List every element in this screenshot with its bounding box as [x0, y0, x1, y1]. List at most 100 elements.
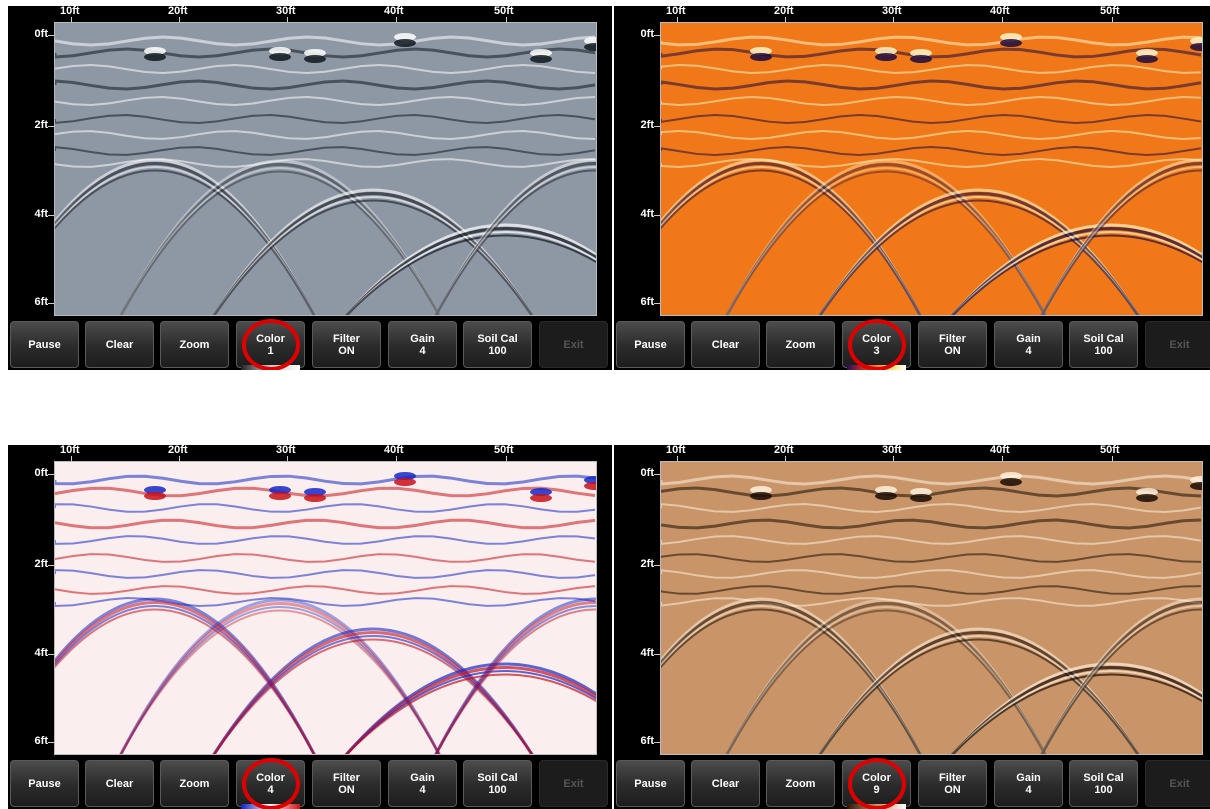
gain-button[interactable]: Gain 4 [388, 321, 457, 368]
filter-button-label: Filter [333, 332, 360, 345]
clear-button-label: Clear [105, 777, 134, 790]
zoom-button-label: Zoom [785, 338, 816, 351]
zoom-button[interactable]: Zoom [766, 760, 835, 807]
gain-button-value: 4 [1025, 344, 1032, 357]
clear-button-label: Clear [711, 777, 740, 790]
pause-button[interactable]: Pause [616, 760, 685, 807]
gain-button[interactable]: Gain 4 [994, 321, 1063, 368]
gain-button-label: Gain [1016, 332, 1041, 345]
zoom-button[interactable]: Zoom [766, 321, 835, 368]
filter-button[interactable]: Filter ON [312, 760, 381, 807]
soil-cal-button[interactable]: Soil Cal 100 [1069, 321, 1138, 368]
filter-button-label: Filter [333, 771, 360, 784]
filter-button[interactable]: Filter ON [918, 760, 987, 807]
gain-button-label: Gain [1016, 771, 1041, 784]
ruler-label: 50ft [494, 6, 514, 17]
highlight-circle [848, 758, 906, 809]
ruler-label: 10ft [60, 6, 80, 17]
gain-button-label: Gain [410, 771, 435, 784]
exit-button[interactable]: Exit [1145, 760, 1210, 807]
zoom-button-label: Zoom [179, 777, 210, 790]
ruler-label: 30ft [882, 445, 902, 456]
gain-button-value: 4 [1025, 783, 1032, 796]
depth-label: 4ft [640, 647, 654, 659]
exit-button-label: Exit [1169, 777, 1190, 790]
soil-cal-button-value: 100 [1094, 783, 1113, 796]
depth-label: 4ft [34, 208, 48, 220]
filter-button-value: ON [338, 344, 355, 357]
exit-button[interactable]: Exit [1145, 321, 1210, 368]
distance-ruler: 10ft 20ft 30ft 40ft 50ft [8, 6, 612, 24]
soil-cal-button-value: 100 [488, 783, 507, 796]
highlight-circle [848, 319, 906, 370]
bottom-toolbar: Pause Clear Zoom Color 4 Filter ON Gain … [8, 758, 612, 809]
pause-button-label: Pause [634, 338, 667, 351]
depth-label: 6ft [640, 296, 654, 308]
filter-button-label: Filter [939, 332, 966, 345]
depth-label: 4ft [640, 208, 654, 220]
depth-label: 2ft [640, 119, 654, 131]
ruler-label: 40ft [384, 6, 404, 17]
exit-button[interactable]: Exit [539, 321, 608, 368]
ruler-label: 30ft [276, 445, 296, 456]
radar-scan-image [54, 22, 597, 316]
filter-button-value: ON [944, 344, 961, 357]
clear-button[interactable]: Clear [85, 321, 154, 368]
bottom-toolbar: Pause Clear Zoom Color 1 Filter ON Gain … [8, 319, 612, 370]
depth-label: 6ft [34, 296, 48, 308]
ruler-label: 50ft [1100, 6, 1120, 17]
clear-button[interactable]: Clear [691, 760, 760, 807]
filter-button[interactable]: Filter ON [312, 321, 381, 368]
filter-button-value: ON [338, 783, 355, 796]
highlight-circle [242, 319, 300, 370]
highlight-circle [242, 758, 300, 809]
soil-cal-button[interactable]: Soil Cal 100 [463, 760, 532, 807]
soil-cal-button[interactable]: Soil Cal 100 [1069, 760, 1138, 807]
gpr-view-panel-color-1: 10ft 20ft 30ft 40ft 50ft 0ft 2ft 4ft 6ft… [8, 6, 612, 370]
pause-button[interactable]: Pause [10, 760, 79, 807]
soil-cal-button-value: 100 [488, 344, 507, 357]
clear-button-label: Clear [105, 338, 134, 351]
gain-button[interactable]: Gain 4 [388, 760, 457, 807]
zoom-button[interactable]: Zoom [160, 760, 229, 807]
distance-ruler: 10ft 20ft 30ft 40ft 50ft [8, 445, 612, 463]
ruler-label: 20ft [774, 6, 794, 17]
gain-button-value: 4 [419, 783, 426, 796]
ruler-label: 40ft [990, 6, 1010, 17]
gain-button[interactable]: Gain 4 [994, 760, 1063, 807]
pause-button-label: Pause [634, 777, 667, 790]
pause-button-label: Pause [28, 777, 61, 790]
exit-button[interactable]: Exit [539, 760, 608, 807]
bottom-toolbar: Pause Clear Zoom Color 9 Filter ON Gain … [614, 758, 1210, 809]
filter-button-value: ON [944, 783, 961, 796]
ruler-label: 20ft [774, 445, 794, 456]
gain-button-label: Gain [410, 332, 435, 345]
soil-cal-button-label: Soil Cal [477, 332, 518, 345]
zoom-button[interactable]: Zoom [160, 321, 229, 368]
clear-button[interactable]: Clear [691, 321, 760, 368]
ruler-label: 50ft [494, 445, 514, 456]
filter-button-label: Filter [939, 771, 966, 784]
ruler-label: 10ft [666, 6, 686, 17]
depth-label: 6ft [640, 735, 654, 747]
gpr-view-panel-color-4: 10ft 20ft 30ft 40ft 50ft 0ft 2ft 4ft 6ft… [8, 445, 612, 809]
depth-label: 2ft [640, 558, 654, 570]
depth-label: 0ft [34, 28, 48, 40]
ruler-label: 10ft [666, 445, 686, 456]
pause-button[interactable]: Pause [10, 321, 79, 368]
clear-button[interactable]: Clear [85, 760, 154, 807]
ruler-label: 30ft [276, 6, 296, 17]
ruler-label: 20ft [168, 445, 188, 456]
radar-scan-image [660, 461, 1203, 755]
soil-cal-button[interactable]: Soil Cal 100 [463, 321, 532, 368]
filter-button[interactable]: Filter ON [918, 321, 987, 368]
depth-label: 0ft [640, 28, 654, 40]
ruler-label: 30ft [882, 6, 902, 17]
depth-label: 2ft [34, 119, 48, 131]
ruler-label: 10ft [60, 445, 80, 456]
depth-label: 6ft [34, 735, 48, 747]
pause-button[interactable]: Pause [616, 321, 685, 368]
clear-button-label: Clear [711, 338, 740, 351]
gpr-view-panel-color-3: 10ft 20ft 30ft 40ft 50ft 0ft 2ft 4ft 6ft… [614, 6, 1210, 370]
distance-ruler: 10ft 20ft 30ft 40ft 50ft [614, 445, 1210, 463]
